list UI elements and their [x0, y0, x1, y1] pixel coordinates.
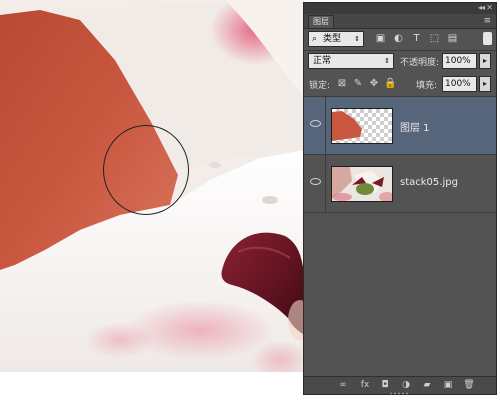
filter-type-select[interactable]: ⌕ 类型 ⇕ [308, 31, 364, 47]
divider [304, 50, 496, 51]
blend-row: 正常 ⇕ 不透明度: 100% ▸ [304, 53, 496, 71]
filter-toggle[interactable] [483, 32, 492, 45]
layer-row-layer1[interactable]: 图层 1 [304, 97, 496, 155]
layer-name[interactable]: stack05.jpg [400, 177, 458, 188]
opacity-label: 不透明度: [400, 58, 440, 68]
new-layer-icon[interactable]: ▣ [441, 379, 455, 391]
panel-title-bar[interactable]: ◂◂ ✕ [304, 3, 496, 14]
layer-row-background[interactable]: stack05.jpg [304, 155, 496, 213]
lock-all-icon[interactable]: 🔒 [384, 78, 396, 90]
opacity-input[interactable]: 100% [442, 53, 477, 69]
layer-filter-row: ⌕ 类型 ⇕ ▣ ◐ T ⬚ ▤ [304, 31, 496, 49]
lock-image-icon[interactable]: ✎ [352, 78, 364, 90]
smart-object-filter-icon[interactable]: ▤ [446, 33, 459, 45]
layer-style-icon[interactable]: fx [358, 379, 372, 391]
layer-name[interactable]: 图层 1 [400, 119, 430, 134]
shape-filter-icon[interactable]: ⬚ [428, 33, 441, 45]
adjustment-filter-icon[interactable]: ◐ [392, 33, 405, 45]
visibility-eye-icon[interactable] [304, 155, 326, 212]
search-icon: ⌕ [312, 34, 318, 44]
new-group-icon[interactable]: ▰ [420, 379, 434, 391]
panel-footer: ∞ fx ◘ ◑ ▰ ▣ 🗑 [304, 376, 496, 395]
collapse-icon[interactable]: ◂◂ [478, 3, 485, 12]
brush-cursor [103, 125, 189, 215]
pixel-filter-icon[interactable]: ▣ [374, 33, 387, 45]
dropdown-arrow-icon: ⇕ [384, 57, 390, 65]
layer-thumbnail [331, 108, 393, 144]
panel-tab-bar: 图层 ≡ [304, 14, 496, 29]
fill-input[interactable]: 100% [442, 76, 477, 92]
visibility-eye-icon[interactable] [304, 97, 326, 154]
canvas-margin [0, 372, 305, 410]
add-mask-icon[interactable]: ◘ [378, 379, 392, 391]
layers-panel: ◂◂ ✕ 图层 ≡ ⌕ 类型 ⇕ ▣ ◐ T ⬚ ▤ 正常 ⇕ 不透明度: 10… [303, 2, 497, 395]
dropdown-arrow-icon: ⇕ [354, 35, 360, 43]
layer-thumbnail [331, 166, 393, 202]
blend-mode-select[interactable]: 正常 ⇕ [308, 53, 394, 69]
fill-label: 填充: [416, 81, 438, 91]
document-canvas[interactable] [0, 0, 305, 372]
type-filter-icon[interactable]: T [410, 33, 423, 45]
filter-type-label: 类型 [323, 34, 342, 44]
link-layers-icon[interactable]: ∞ [336, 379, 350, 391]
lock-transparent-icon[interactable]: ⊠ [336, 78, 348, 90]
adjustment-layer-icon[interactable]: ◑ [399, 379, 413, 391]
tab-layers[interactable]: 图层 [308, 15, 334, 28]
blend-mode-label: 正常 [313, 56, 332, 66]
delete-layer-icon[interactable]: 🗑 [462, 379, 476, 391]
lock-position-icon[interactable]: ✥ [368, 78, 380, 90]
lock-row: 锁定: ⊠ ✎ ✥ 🔒 填充: 100% ▸ [304, 75, 496, 93]
close-icon[interactable]: ✕ [486, 3, 493, 12]
resize-grip[interactable] [389, 392, 409, 395]
opacity-slider-button[interactable]: ▸ [479, 53, 491, 69]
lock-label: 锁定: [309, 81, 331, 91]
panel-menu-icon[interactable]: ≡ [483, 16, 491, 26]
fill-slider-button[interactable]: ▸ [479, 76, 491, 92]
